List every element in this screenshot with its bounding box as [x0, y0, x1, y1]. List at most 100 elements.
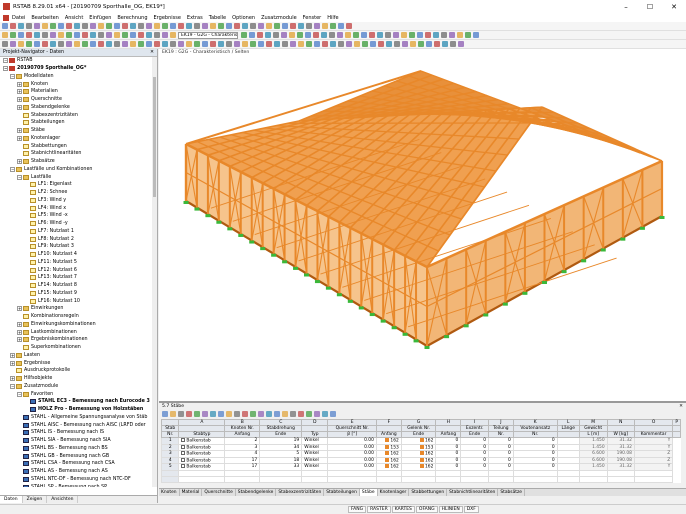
menu-item[interactable]: Einfügen — [89, 15, 111, 21]
menu-item[interactable]: Datei — [12, 15, 25, 21]
status-toggle[interactable]: DXF — [463, 506, 479, 513]
expand-icon[interactable]: + — [17, 81, 22, 87]
tree-item[interactable]: LF11: Nutzlast 5 — [0, 259, 152, 267]
support-node-icon[interactable] — [522, 291, 528, 295]
collapse-icon[interactable]: − — [10, 383, 15, 389]
toolbar-button-icon[interactable] — [194, 23, 200, 29]
toolbar-button-icon[interactable] — [130, 32, 136, 38]
load-case-combo[interactable]: EK19 - G2G - Charakteristis — [178, 31, 238, 39]
toolbar-button-icon[interactable] — [122, 32, 128, 38]
tree-item[interactable]: LF4: Wind x — [0, 204, 152, 212]
tree-item[interactable]: − Lastfälle und Kombinationen — [0, 166, 152, 174]
support-node-icon[interactable] — [502, 302, 508, 306]
toolbar-button-icon[interactable] — [401, 32, 407, 38]
toolbar-button-icon[interactable] — [434, 41, 440, 47]
tree-item[interactable]: + Stäbe — [0, 127, 152, 135]
toolbar-button-icon[interactable] — [74, 41, 80, 47]
tree-item[interactable]: STAHL EC3 - Bemessung nach Eurocode 3 — [0, 398, 152, 406]
toolbar-button-icon[interactable] — [354, 41, 360, 47]
tree-item[interactable]: − Zusatzmodule — [0, 383, 152, 391]
support-node-icon[interactable] — [238, 233, 244, 237]
panel-toolbar-icon[interactable] — [186, 410, 192, 417]
toolbar-button-icon[interactable] — [58, 23, 64, 29]
table-cell[interactable] — [578, 475, 608, 484]
toolbar-button-icon[interactable] — [306, 23, 312, 29]
toolbar-button-icon[interactable] — [426, 41, 432, 47]
panel-toolbar-icon[interactable] — [234, 410, 240, 417]
support-node-icon[interactable] — [205, 214, 211, 218]
panel-toolbar-icon[interactable] — [330, 410, 336, 417]
tree-item[interactable]: STAHL NTC-DF - Bemessung nach NTC-DF — [0, 476, 152, 484]
support-node-icon[interactable] — [463, 324, 469, 328]
close-icon[interactable]: ✕ — [679, 404, 683, 409]
sheet-tab[interactable]: Knotenlager — [378, 489, 410, 496]
collapse-icon[interactable]: − — [3, 66, 8, 72]
table-row[interactable] — [160, 475, 681, 484]
tree-item[interactable]: Superkombinationen — [0, 344, 152, 352]
tree-item[interactable]: STAHL IS - Bemessung nach IS — [0, 429, 152, 437]
toolbar-button-icon[interactable] — [50, 32, 56, 38]
menu-item[interactable]: Tabelle — [209, 15, 226, 21]
toolbar-button-icon[interactable] — [138, 23, 144, 29]
toolbar-button-icon[interactable] — [106, 41, 112, 47]
toolbar-button-icon[interactable] — [162, 41, 168, 47]
toolbar-button-icon[interactable] — [170, 23, 176, 29]
toolbar-button-icon[interactable] — [34, 41, 40, 47]
toolbar-button-icon[interactable] — [386, 41, 392, 47]
panel-toolbar-icon[interactable] — [258, 410, 264, 417]
toolbar-button-icon[interactable] — [74, 32, 80, 38]
collapse-icon[interactable]: − — [10, 166, 15, 172]
toolbar-button-icon[interactable] — [442, 41, 448, 47]
status-toggle[interactable]: HLINIEN — [438, 506, 463, 513]
toolbar-button-icon[interactable] — [297, 32, 303, 38]
panel-toolbar-icon[interactable] — [242, 410, 248, 417]
tree-item[interactable]: STAHL - Allgemeine Spannungsanalyse von … — [0, 414, 152, 422]
toolbar-button-icon[interactable] — [226, 23, 232, 29]
navigator-scrollbar[interactable] — [152, 57, 157, 487]
collapse-icon[interactable]: − — [10, 73, 15, 79]
table-cell[interactable] — [375, 475, 402, 484]
tree-item[interactable]: LF7: Nutzlast 1 — [0, 228, 152, 236]
support-node-icon[interactable] — [314, 280, 320, 284]
tree-item[interactable]: − Lastfälle — [0, 173, 152, 181]
tree-item[interactable]: + Knoten — [0, 80, 152, 88]
toolbar-button-icon[interactable] — [210, 23, 216, 29]
table-cell[interactable] — [178, 475, 226, 484]
support-node-icon[interactable] — [336, 293, 342, 297]
toolbar-button-icon[interactable] — [242, 23, 248, 29]
toolbar-button-icon[interactable] — [282, 23, 288, 29]
toolbar-button-icon[interactable] — [322, 41, 328, 47]
support-node-icon[interactable] — [282, 260, 288, 264]
tree-item[interactable]: − 20190709 Sporthalle_OG* — [0, 65, 152, 73]
panel-toolbar-icon[interactable] — [170, 410, 176, 417]
toolbar-button-icon[interactable] — [90, 32, 96, 38]
support-node-icon[interactable] — [347, 299, 353, 303]
tree-item[interactable]: STAHL SP - Bemessung nach SP — [0, 483, 152, 487]
sheet-tab[interactable]: Querschnitte — [202, 489, 236, 496]
tree-item[interactable]: STAHL BS - Bemessung nach BS — [0, 445, 152, 453]
toolbar-button-icon[interactable] — [250, 41, 256, 47]
toolbar-button-icon[interactable] — [346, 41, 352, 47]
toolbar-button-icon[interactable] — [273, 32, 279, 38]
tree-item[interactable]: − Favoriten — [0, 390, 152, 398]
toolbar-button-icon[interactable] — [281, 32, 287, 38]
support-node-icon[interactable] — [600, 248, 606, 252]
toolbar-button-icon[interactable] — [298, 41, 304, 47]
toolbar-button-icon[interactable] — [337, 32, 343, 38]
toolbar-button-icon[interactable] — [90, 23, 96, 29]
tree-item[interactable]: + Stabendgelenke — [0, 104, 152, 112]
tree-item[interactable]: LF8: Nutzlast 2 — [0, 235, 152, 243]
tree-item[interactable]: Kombinationsregeln — [0, 313, 152, 321]
sheet-tab[interactable]: Stabnichtlinearitäten — [447, 489, 499, 496]
toolbar-button-icon[interactable] — [186, 23, 192, 29]
toolbar-button-icon[interactable] — [26, 32, 32, 38]
toolbar-button-icon[interactable] — [154, 32, 160, 38]
support-node-icon[interactable] — [380, 319, 386, 323]
tree-item[interactable]: LF13: Nutzlast 7 — [0, 274, 152, 282]
toolbar-button-icon[interactable] — [2, 41, 8, 47]
expand-icon[interactable]: + — [17, 306, 22, 312]
toolbar-button-icon[interactable] — [114, 32, 120, 38]
close-icon[interactable]: ✕ — [150, 50, 154, 55]
support-node-icon[interactable] — [183, 201, 189, 204]
panel-toolbar-icon[interactable] — [274, 410, 280, 417]
